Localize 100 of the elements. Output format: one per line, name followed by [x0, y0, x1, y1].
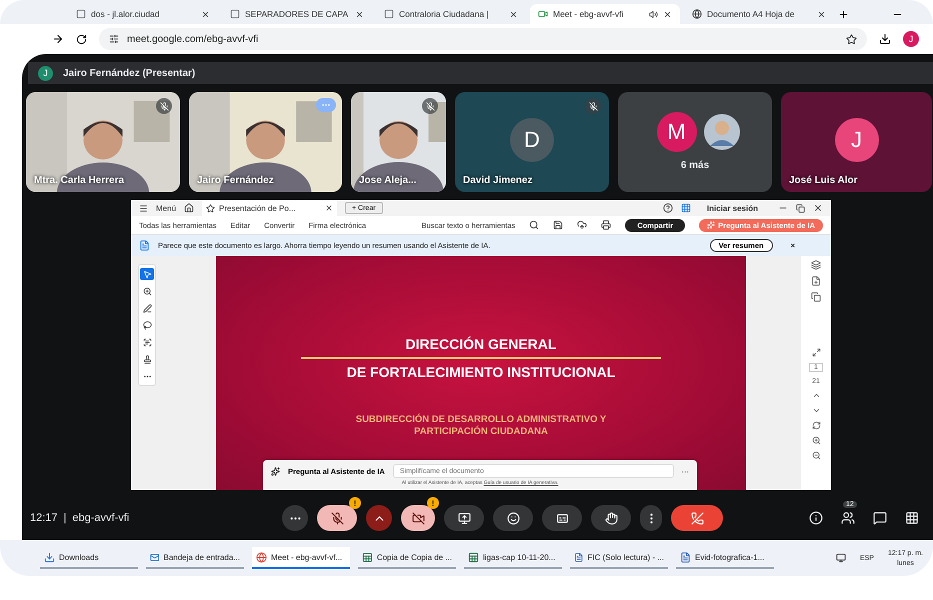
- info-icon[interactable]: [809, 511, 823, 525]
- participant-tile[interactable]: J José Luis Alor: [781, 92, 932, 192]
- meeting-code: ebg-avvf-vfi: [72, 512, 130, 524]
- close-icon[interactable]: [813, 203, 823, 213]
- restore-icon[interactable]: [796, 204, 805, 212]
- close-icon[interactable]: [817, 10, 826, 18]
- page-icon: [76, 9, 86, 19]
- participant-name: Mtra. Carla Herrera: [34, 175, 124, 186]
- apps-icon[interactable]: [680, 203, 691, 213]
- taskbar-item[interactable]: Copia de Copia de ...: [358, 547, 456, 569]
- search-icon[interactable]: [529, 220, 540, 230]
- copy-icon[interactable]: [811, 292, 821, 302]
- expand-icon[interactable]: [812, 348, 820, 357]
- separator: |: [64, 512, 66, 524]
- menu-icon[interactable]: [139, 204, 148, 212]
- taskbar-item[interactable]: Bandeja de entrada...: [146, 547, 244, 569]
- spreadsheet-icon: [362, 552, 373, 562]
- close-icon[interactable]: [325, 204, 334, 212]
- phone-icon: [690, 512, 704, 524]
- presenter-avatar: J: [38, 66, 53, 80]
- slide-subtitle: SUBDIRECCIÓN DE DESARROLLO ADMINISTRATIVO Y PARTICIPACIÓN CIUDADANA: [354, 414, 608, 438]
- close-icon[interactable]: [355, 10, 364, 18]
- next-page-icon[interactable]: [812, 406, 820, 415]
- mail-icon: [150, 552, 160, 562]
- close-icon[interactable]: [201, 10, 210, 18]
- emoji-button[interactable]: [493, 505, 533, 531]
- page-icon: [230, 9, 240, 19]
- new-tab-icon[interactable]: [838, 9, 849, 20]
- taskbar-item[interactable]: FIC (Solo lectura) - ...: [570, 547, 668, 569]
- rotate-icon[interactable]: [812, 421, 820, 430]
- microphone-button[interactable]: [317, 505, 357, 531]
- browser-tab[interactable]: Documento A4 Hoja de: [684, 4, 834, 24]
- page-icon: [384, 9, 394, 19]
- browser-tab[interactable]: SEPARADORES DE CAPA: [222, 4, 372, 24]
- more-button[interactable]: [640, 505, 662, 531]
- tab-title: dos - jl.alor.ciudad: [91, 9, 161, 19]
- taskbar-item[interactable]: Meet - ebg-avvf-vf...: [252, 547, 350, 569]
- slide-title: DIRECCIÓN GENERAL: [406, 336, 556, 352]
- hang-up-button[interactable]: [671, 505, 723, 531]
- warning-badge: !: [427, 497, 439, 509]
- participant-tile[interactable]: Jairo Fernández: [189, 92, 342, 192]
- participant-avatar: M: [656, 112, 697, 152]
- menu-label[interactable]: Menú: [156, 204, 176, 212]
- participant-tile[interactable]: Mtra. Carla Herrera: [26, 92, 180, 192]
- chevron-button[interactable]: [366, 505, 392, 531]
- sign-in-link[interactable]: Iniciar sesión: [706, 204, 758, 212]
- activities-icon[interactable]: [905, 511, 919, 525]
- warning-badge: !: [349, 497, 361, 509]
- participant-avatar: D: [510, 118, 554, 162]
- close-icon[interactable]: [509, 10, 518, 18]
- taskbar-item[interactable]: Downloads: [40, 547, 138, 569]
- site-settings-icon[interactable]: [109, 34, 119, 44]
- profile-avatar[interactable]: J: [903, 31, 919, 47]
- tab-title: Contraloria Ciudadana |: [399, 9, 490, 19]
- page-icon[interactable]: [811, 276, 821, 286]
- more-participants-count: 6 más: [680, 160, 710, 171]
- forward-icon[interactable]: [52, 33, 64, 45]
- participant-tile[interactable]: M 6 más: [618, 92, 772, 192]
- microphone-off-icon: [330, 512, 344, 524]
- browser-tab[interactable]: Meet - ebg-avvf-vfi: [530, 4, 680, 24]
- smiley-icon: [506, 512, 520, 524]
- upload-icon[interactable]: [577, 220, 588, 230]
- chat-icon[interactable]: [873, 511, 887, 525]
- previous-page-icon[interactable]: [812, 391, 820, 400]
- home-icon[interactable]: [184, 203, 194, 213]
- download-icon: [44, 552, 55, 562]
- camera-button[interactable]: [401, 505, 435, 531]
- zoom-in-icon[interactable]: [812, 436, 820, 445]
- participant-tile[interactable]: Jose Aleja...: [351, 92, 446, 192]
- spreadsheet-icon: [468, 552, 479, 562]
- tab-title: Documento A4 Hoja de: [707, 9, 796, 19]
- print-icon[interactable]: [601, 220, 612, 230]
- browser-icon: [256, 552, 267, 562]
- slide-title: DE FORTALECIMIENTO INSTITUCIONAL: [346, 364, 616, 380]
- taskbar-item[interactable]: Evid-fotografica-1...: [676, 547, 774, 569]
- summary-icon: [139, 240, 150, 251]
- zoom-out-icon[interactable]: [812, 451, 820, 460]
- browser-tab[interactable]: Contraloria Ciudadana |: [376, 4, 526, 24]
- participant-name: David Jimenez: [463, 175, 532, 186]
- save-icon[interactable]: [553, 220, 564, 230]
- address-bar[interactable]: meet.google.com/ebg-avvf-vfi: [99, 28, 867, 50]
- layers-icon[interactable]: [811, 260, 821, 270]
- browser-tab[interactable]: dos - jl.alor.ciudad: [68, 4, 218, 24]
- network-icon[interactable]: [836, 553, 846, 563]
- raise-hand-button[interactable]: [591, 505, 631, 531]
- captions-button[interactable]: [542, 505, 582, 531]
- present-button[interactable]: [444, 505, 484, 531]
- document-tab[interactable]: Presentación de Po...: [202, 200, 338, 216]
- tab-title: Meet - ebg-avvf-vfi: [553, 9, 624, 19]
- taskbar-item[interactable]: ligas-cap 10-11-20...: [464, 547, 562, 569]
- select-tool-icon[interactable]: [140, 268, 154, 280]
- participant-tile[interactable]: D David Jimenez: [455, 92, 609, 192]
- star-icon[interactable]: [206, 204, 216, 212]
- close-icon[interactable]: [663, 10, 672, 18]
- bookmark-icon[interactable]: [846, 34, 857, 44]
- sparkle-icon: [707, 221, 716, 229]
- download-icon[interactable]: [879, 33, 891, 45]
- help-icon[interactable]: [662, 203, 673, 213]
- reload-icon[interactable]: [76, 34, 87, 44]
- camera-off-icon: [412, 512, 424, 524]
